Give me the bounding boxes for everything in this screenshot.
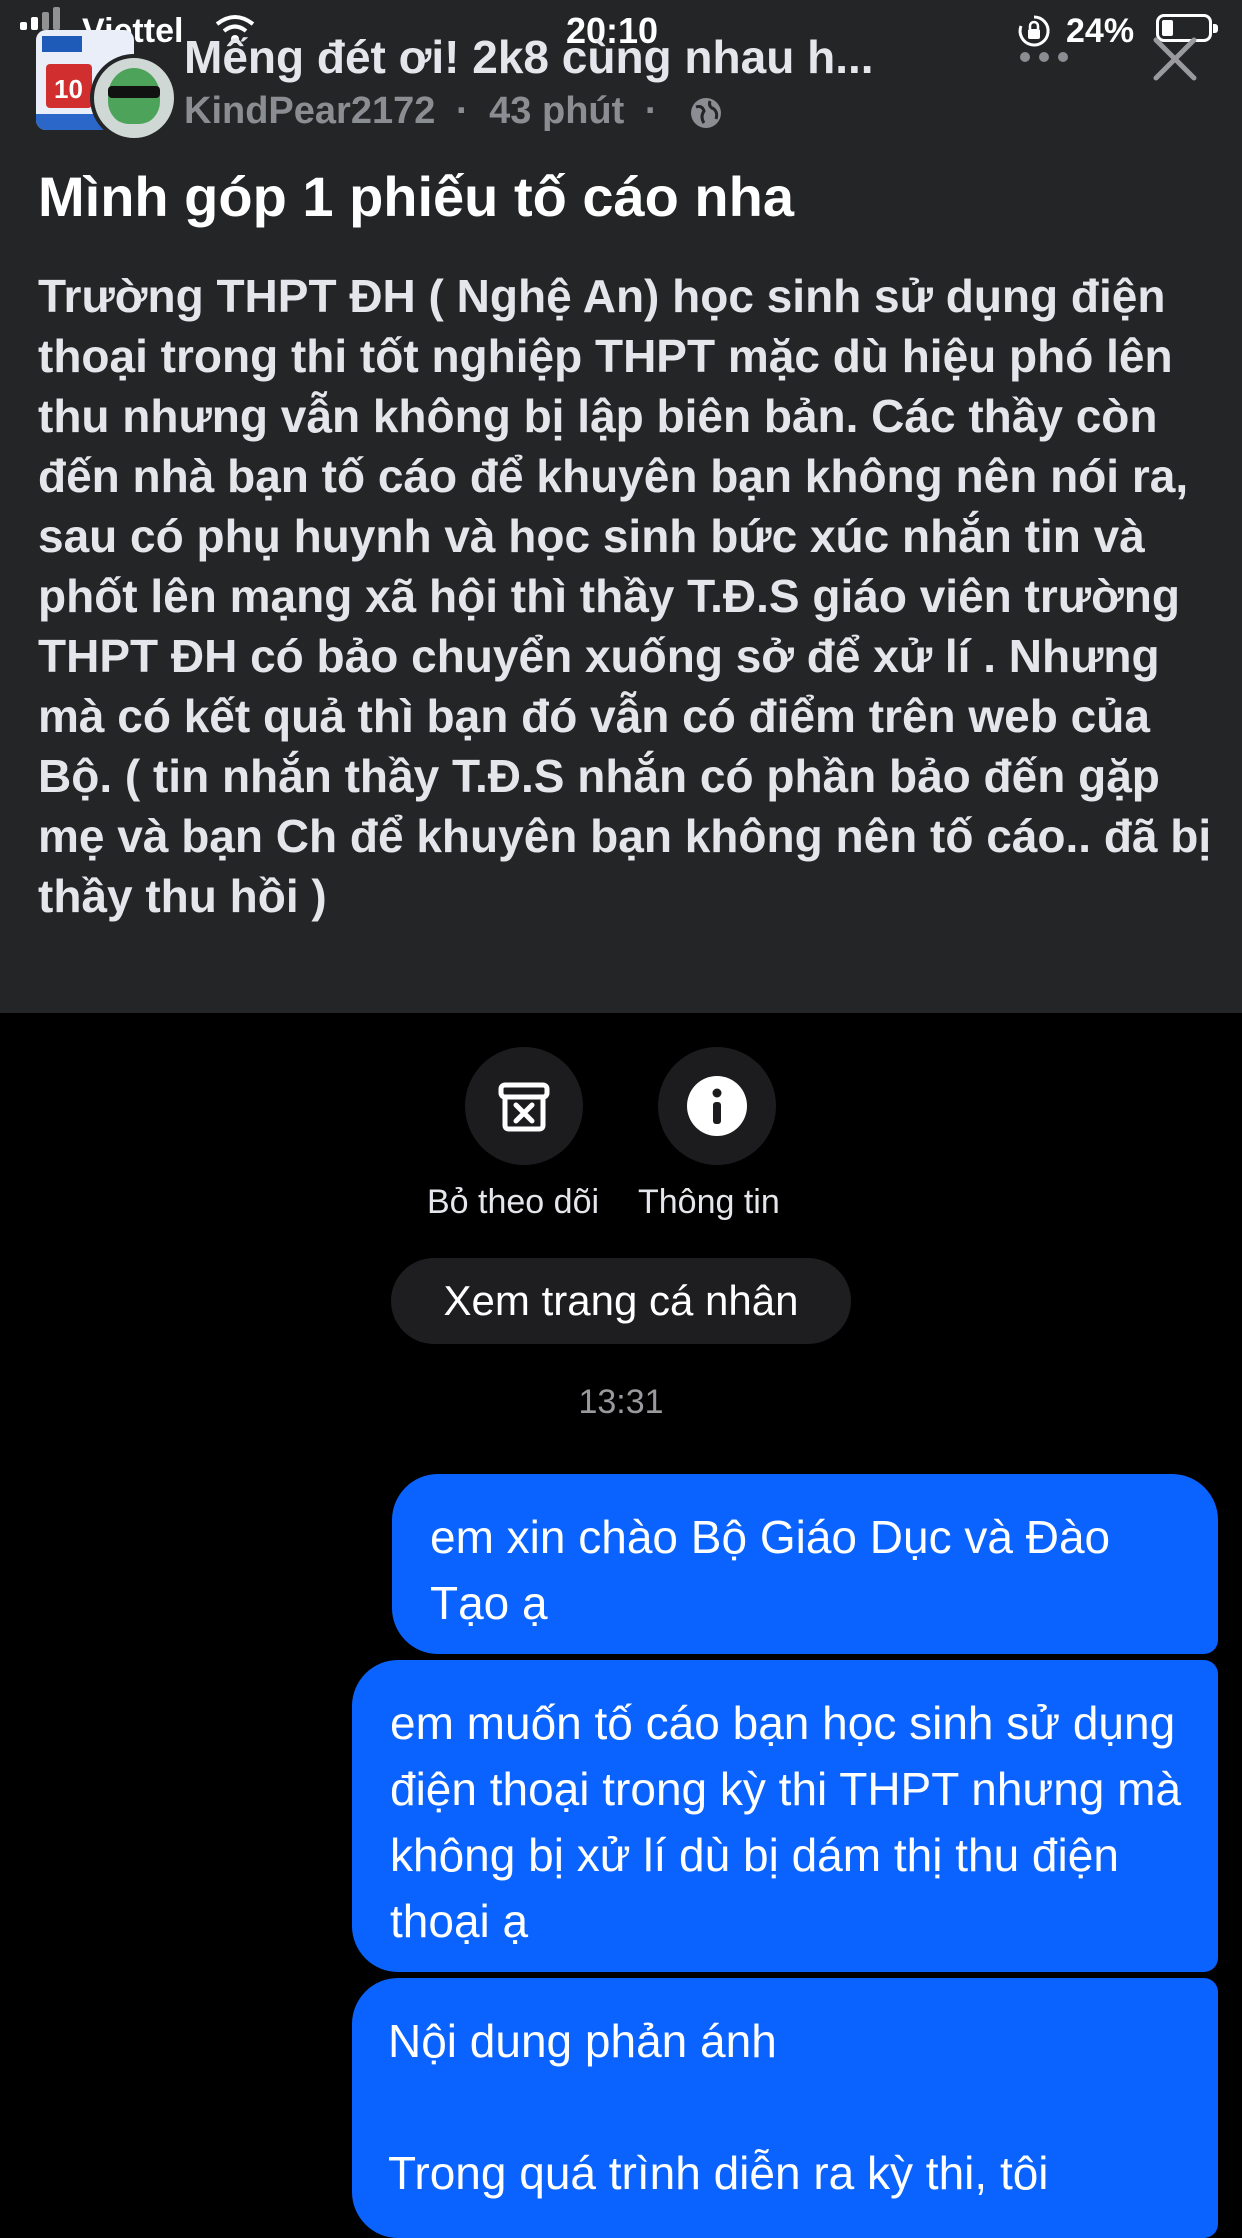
battery-percent: 24% xyxy=(1066,12,1135,50)
info-button[interactable] xyxy=(658,1047,776,1165)
archive-x-icon xyxy=(498,1082,550,1132)
author-name[interactable]: KindPear2172 xyxy=(184,90,435,132)
meta-separator: · xyxy=(455,90,469,132)
close-icon[interactable] xyxy=(1150,34,1200,84)
unfollow-label: Bỏ theo dõi xyxy=(427,1183,600,1221)
post-age: 43 phút xyxy=(489,90,625,132)
post-title: Mình góp 1 phiếu tố cáo nha xyxy=(38,165,794,228)
message-line: Trong quá trình diễn ra kỳ thi, tôi xyxy=(388,2147,1049,2199)
unfollow-button[interactable] xyxy=(465,1047,583,1165)
more-icon[interactable] xyxy=(1014,34,1074,74)
chat-timestamp: 13:31 xyxy=(578,1383,664,1421)
post-body: Trường THPT ĐH ( Nghệ An) học sinh sử dụ… xyxy=(38,270,1212,922)
post-panel: Viettel 20:10 24% 10 Mếng đét ơi! 2k8 cù… xyxy=(0,0,1242,1013)
view-profile-button[interactable]: Xem trang cá nhân xyxy=(391,1258,851,1344)
post-meta: KindPear2172 · 43 phút · xyxy=(184,90,724,133)
group-name[interactable]: Mếng đét ơi! 2k8 cùng nhau h... xyxy=(184,30,874,84)
meta-separator: · xyxy=(644,90,658,132)
message-bubble: em muốn tố cáo bạn học sinh sử dụng điện… xyxy=(352,1660,1218,1972)
message-bubble: Nội dung phản ánh Trong quá trình diễn r… xyxy=(352,1978,1218,2238)
message-line: Nội dung phản ánh xyxy=(388,2015,777,2067)
message-bubble: em xin chào Bộ Giáo Dục và Đào Tạo ạ xyxy=(392,1474,1218,1654)
avatar[interactable] xyxy=(90,54,178,142)
info-icon xyxy=(687,1076,747,1136)
globe-icon xyxy=(691,97,722,128)
info-label: Thông tin xyxy=(638,1183,780,1221)
